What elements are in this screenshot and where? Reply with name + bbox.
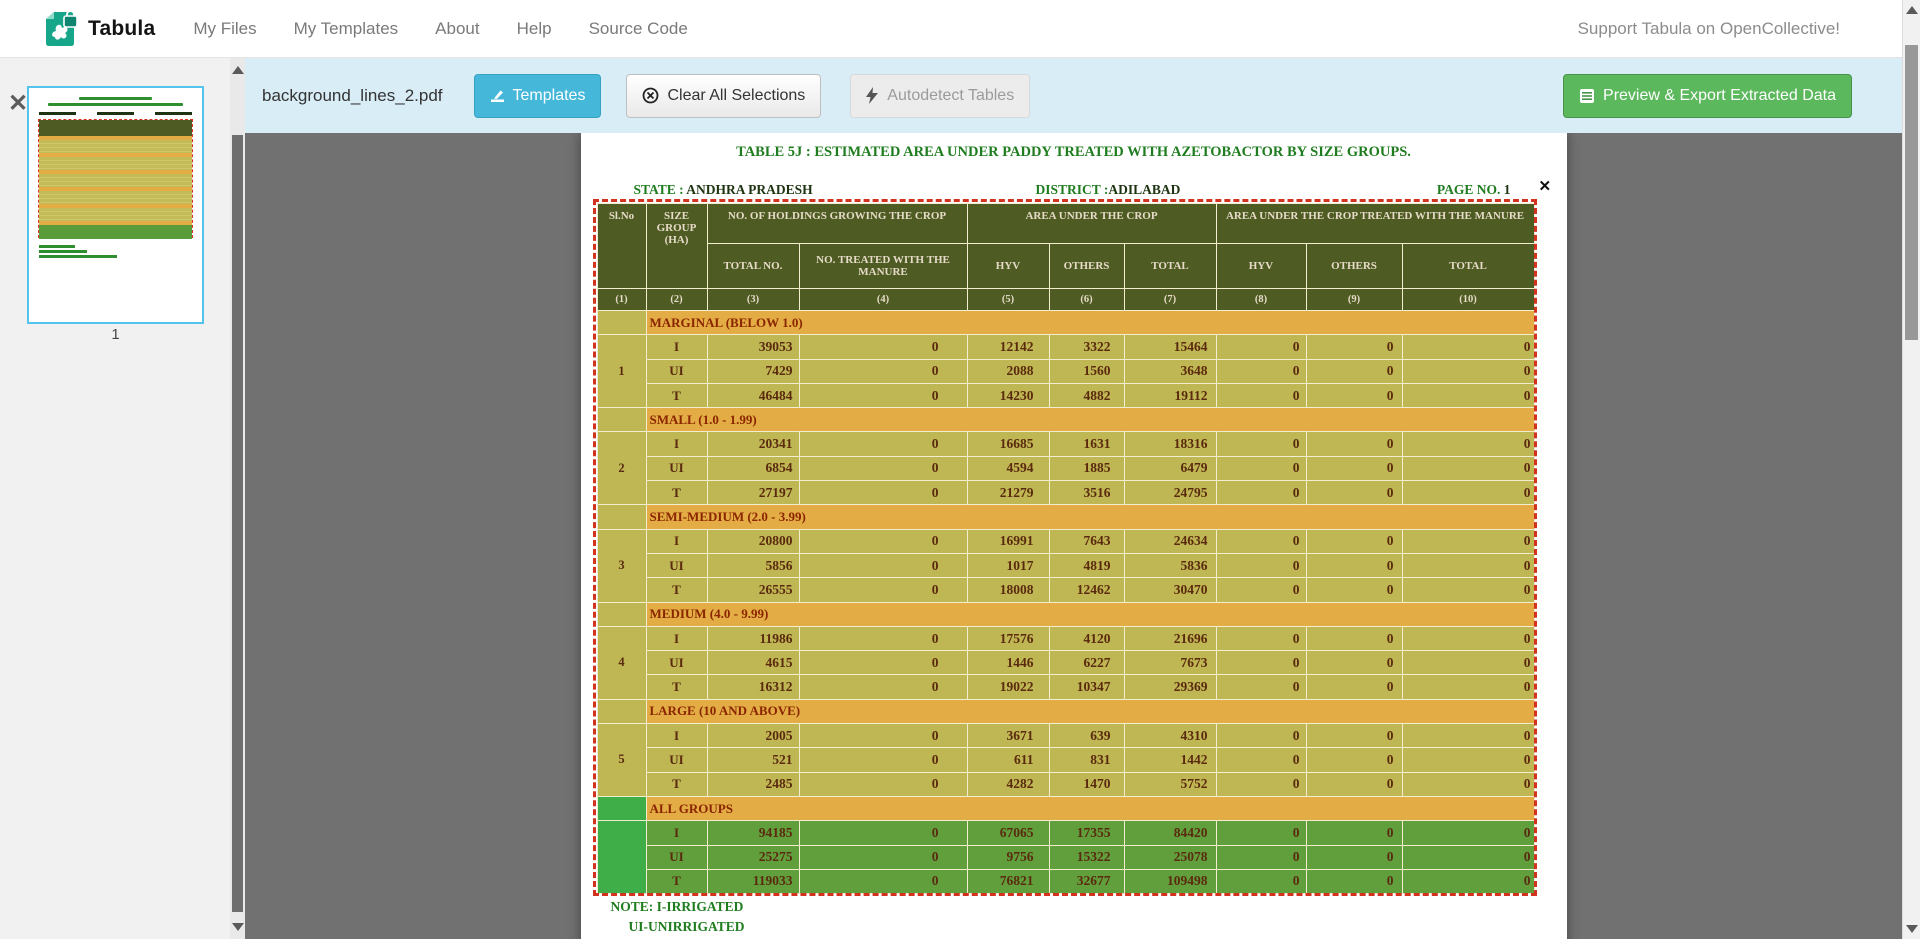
thumb-meta-line <box>39 112 192 115</box>
nav-item-my-templates[interactable]: My Templates <box>294 19 399 39</box>
templates-icon <box>490 88 505 103</box>
thumb-note-line <box>39 245 75 248</box>
nav-item-help[interactable]: Help <box>517 19 552 39</box>
state-field: STATE : ANDHRA PRADESH <box>634 182 813 198</box>
sidebar: ✕ 1 <box>0 58 245 939</box>
scroll-down-icon[interactable] <box>232 923 244 931</box>
navbar: Tabula My Files My Templates About Help … <box>0 0 1920 58</box>
table-list-icon <box>1579 88 1595 104</box>
clear-circle-x-icon <box>642 87 659 104</box>
scroll-down-icon[interactable] <box>1906 925 1918 933</box>
thumb-title-line <box>48 103 183 106</box>
thumb-title-line <box>79 97 152 100</box>
tabula-brand[interactable]: Tabula <box>42 9 155 49</box>
lightning-icon <box>866 87 879 104</box>
tabula-logo-icon <box>42 9 78 49</box>
pdf-meta-line: STATE : ANDHRA PRADESH DISTRICT :ADILABA… <box>581 182 1567 200</box>
district-field: DISTRICT :ADILABAD <box>1036 182 1181 198</box>
support-link[interactable]: Support Tabula on OpenCollective! <box>1578 19 1840 39</box>
brand-title: Tabula <box>88 17 155 41</box>
templates-button[interactable]: Templates <box>474 74 602 118</box>
scroll-up-icon[interactable] <box>1906 6 1918 14</box>
sidebar-scrollbar-thumb[interactable] <box>232 135 243 912</box>
page-number-label: 1 <box>27 326 204 343</box>
pdf-notes: NOTE: I-IRRIGATED UI-UNIRRIGATED <box>611 897 745 937</box>
table-selection-region[interactable] <box>593 199 1537 896</box>
page-no-field: PAGE NO. 1 <box>1437 182 1511 198</box>
nav-item-source-code[interactable]: Source Code <box>589 19 688 39</box>
sidebar-scrollbar[interactable] <box>230 58 245 939</box>
nav-menu: My Files My Templates About Help Source … <box>193 19 687 39</box>
nav-item-my-files[interactable]: My Files <box>193 19 256 39</box>
preview-export-button[interactable]: Preview & Export Extracted Data <box>1563 74 1852 118</box>
window-scrollbar[interactable] <box>1902 0 1920 939</box>
thumb-table-selection <box>38 119 193 238</box>
pdf-page[interactable]: TABLE 5J : ESTIMATED AREA UNDER PADDY TR… <box>581 133 1567 939</box>
nav-item-about[interactable]: About <box>435 19 479 39</box>
clear-all-selections-button[interactable]: Clear All Selections <box>626 74 821 118</box>
thumb-note-line <box>39 255 117 258</box>
selection-close-icon[interactable]: ✕ <box>1539 177 1552 195</box>
note-line: UI-UNIRRIGATED <box>629 917 745 937</box>
autodetect-tables-button[interactable]: Autodetect Tables <box>850 74 1030 118</box>
thumb-note-line <box>39 250 87 253</box>
scroll-up-icon[interactable] <box>232 66 244 74</box>
page-thumbnail[interactable] <box>27 86 204 324</box>
pdf-table-title: TABLE 5J : ESTIMATED AREA UNDER PADDY TR… <box>581 144 1567 161</box>
note-line: NOTE: I-IRRIGATED <box>611 897 745 917</box>
document-filename: background_lines_2.pdf <box>262 86 443 106</box>
pdf-canvas: TABLE 5J : ESTIMATED AREA UNDER PADDY TR… <box>245 133 1902 939</box>
toolbar: background_lines_2.pdf Templates Clear A… <box>245 58 1902 133</box>
window-scrollbar-thumb[interactable] <box>1905 45 1918 340</box>
